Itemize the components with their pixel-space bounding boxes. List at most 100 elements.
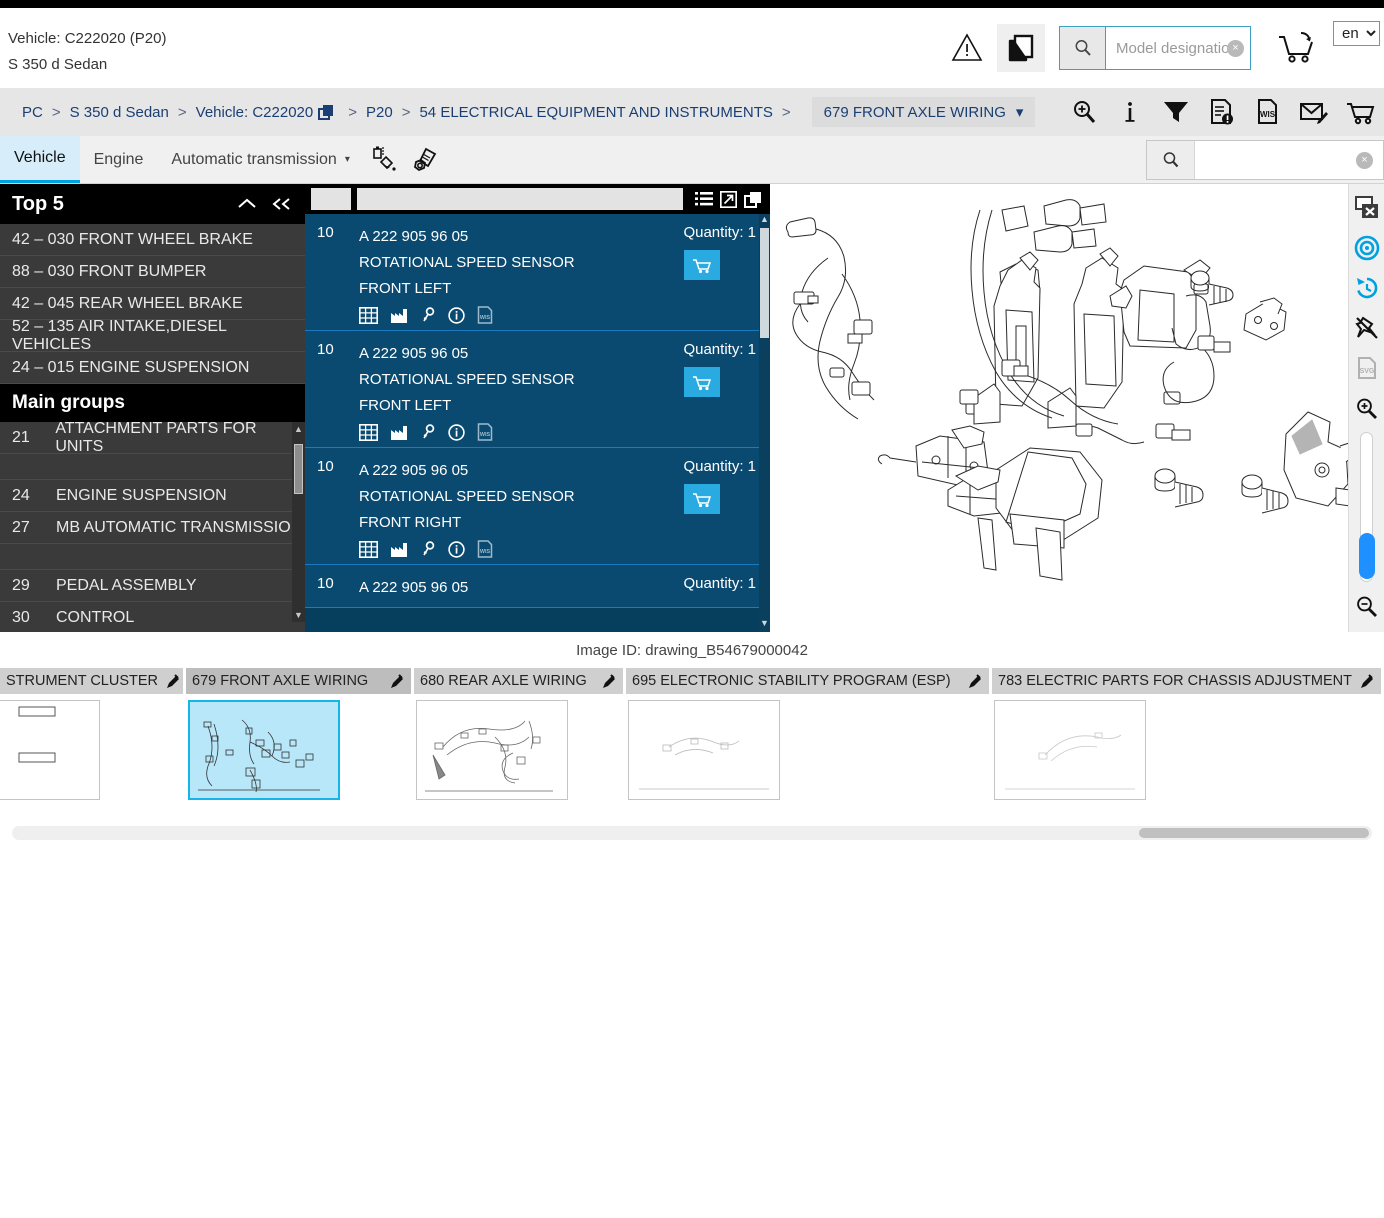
thumbnail-chassis-adjustment[interactable] (994, 700, 1146, 800)
expand-icon[interactable] (720, 190, 737, 208)
parts-filter-pos-cell[interactable] (311, 188, 351, 210)
search-icon[interactable] (1060, 27, 1106, 69)
copy-documents-icon[interactable] (997, 24, 1045, 72)
wis-document-icon[interactable]: WIS (477, 306, 493, 324)
copy-icon[interactable] (744, 191, 762, 208)
email-edit-icon[interactable] (1296, 94, 1332, 130)
part-row[interactable]: 10 A 222 905 96 05 ROTATIONAL SPEED SENS… (305, 448, 770, 565)
thumbnail-cell[interactable] (414, 694, 626, 810)
zoom-slider-thumb[interactable] (1359, 533, 1375, 579)
tab-automatic-transmission[interactable]: Automatic transmission ▾ (157, 136, 363, 183)
table-icon[interactable] (359, 306, 378, 324)
zoom-out-icon[interactable] (1351, 586, 1383, 626)
breadcrumb-item-pc[interactable]: PC (22, 104, 43, 121)
subgroup-dropdown[interactable]: 679 FRONT AXLE WIRING ▾ (811, 97, 1036, 127)
subgroup-tab-rear-axle-wiring[interactable]: 680 REAR AXLE WIRING (414, 668, 626, 694)
part-row[interactable]: 10 A 222 905 96 05 ROTATIONAL SPEED SENS… (305, 331, 770, 448)
main-group-item[interactable]: 30 CONTROL (0, 602, 305, 623)
top5-item[interactable]: 24 – 015 ENGINE SUSPENSION (0, 352, 305, 384)
thumbnail-instrument-cluster[interactable] (0, 700, 100, 800)
technical-drawing-viewer[interactable]: 900 130 110 45 80 10 90 55 60 40 100 50 … (770, 184, 1384, 632)
info-circle-icon[interactable] (448, 540, 465, 558)
warning-triangle-icon[interactable] (945, 26, 989, 70)
chevron-double-left-icon[interactable] (271, 197, 293, 211)
table-icon[interactable] (359, 423, 378, 441)
paint-code-icon[interactable] (364, 136, 404, 183)
thumbnail-cell[interactable] (0, 694, 186, 810)
history-undo-icon[interactable] (1351, 268, 1383, 308)
model-search-field[interactable]: × (1106, 27, 1250, 69)
main-group-item[interactable]: 21 ATTACHMENT PARTS FOR UNITS (0, 422, 305, 455)
zoom-in-icon[interactable] (1351, 388, 1383, 428)
top5-item[interactable]: 42 – 045 REAR WHEEL BRAKE (0, 288, 305, 320)
subgroup-tab-chassis-adjustment[interactable]: 783 ELECTRIC PARTS FOR CHASSIS ADJUSTMEN… (992, 668, 1384, 694)
parts-filter-input[interactable] (357, 188, 683, 210)
search-icon[interactable] (1147, 141, 1195, 179)
main-groups-scrollbar[interactable]: ▲ ▼ (292, 422, 305, 622)
language-select[interactable]: en (1333, 20, 1380, 46)
factory-icon[interactable] (390, 541, 409, 558)
wis-document-icon[interactable]: WIS (477, 540, 493, 558)
thumbnail-cell[interactable] (992, 694, 1384, 810)
main-group-item[interactable]: 27 MB AUTOMATIC TRANSMISSION (0, 512, 305, 544)
zoom-slider[interactable] (1359, 432, 1375, 582)
key-icon[interactable] (421, 540, 436, 558)
factory-icon[interactable] (390, 307, 409, 324)
model-search-input[interactable] (1114, 38, 1242, 58)
add-to-cart-icon[interactable] (1273, 31, 1321, 65)
thumbnail-front-axle-wiring[interactable] (188, 700, 340, 800)
info-icon[interactable] (1112, 94, 1148, 130)
breadcrumb-item-group[interactable]: 54 ELECTRICAL EQUIPMENT AND INSTRUMENTS (419, 104, 772, 121)
shopping-cart-icon[interactable] (1342, 94, 1378, 130)
subgroup-tab-front-axle-wiring[interactable]: 679 FRONT AXLE WIRING (186, 668, 414, 694)
top5-item[interactable]: 52 – 135 AIR INTAKE,DIESEL VEHICLES (0, 318, 305, 353)
thumbnail-horizontal-scrollbar[interactable] (12, 826, 1372, 840)
list-view-icon[interactable] (695, 191, 713, 207)
wis-document-icon[interactable]: WIS (477, 423, 493, 441)
bolt-nut-icon[interactable] (404, 136, 444, 183)
thumbnail-esp[interactable] (628, 700, 780, 800)
clear-search-icon[interactable]: × (1227, 39, 1244, 57)
scroll-down-arrow-icon[interactable]: ▼ (759, 618, 770, 632)
top5-item[interactable]: 42 – 030 FRONT WHEEL BRAKE (0, 224, 305, 256)
part-row[interactable]: 10 A 222 905 96 05 Quantity: 1 (305, 565, 770, 608)
edit-pencil-icon[interactable] (602, 673, 617, 689)
thumbnail-rear-axle-wiring[interactable] (416, 700, 568, 800)
info-circle-icon[interactable] (448, 306, 465, 324)
tab-engine[interactable]: Engine (80, 136, 158, 183)
scrollbar-thumb[interactable] (1139, 828, 1369, 838)
table-icon[interactable] (359, 540, 378, 558)
thumbnail-cell[interactable] (186, 694, 414, 810)
parts-list-scrollbar[interactable]: ▲ ▼ (759, 214, 770, 632)
scrollbar-thumb[interactable] (760, 228, 769, 338)
scrollbar-thumb[interactable] (294, 444, 303, 494)
chevron-up-icon[interactable] (237, 197, 257, 211)
scroll-up-arrow-icon[interactable]: ▲ (759, 214, 770, 228)
model-search-box[interactable]: × (1059, 26, 1251, 70)
target-hotspot-icon[interactable] (1351, 228, 1383, 268)
main-group-item[interactable]: 24 ENGINE SUSPENSION (0, 480, 305, 512)
close-window-icon[interactable] (1351, 188, 1383, 228)
zoom-in-icon[interactable] (1066, 94, 1102, 130)
factory-icon[interactable] (390, 424, 409, 441)
breadcrumb-item-p20[interactable]: P20 (366, 104, 393, 121)
parts-list[interactable]: 10 A 222 905 96 05 ROTATIONAL SPEED SENS… (305, 214, 770, 632)
tab-vehicle[interactable]: Vehicle (0, 136, 80, 183)
key-icon[interactable] (421, 306, 436, 324)
scroll-down-arrow-icon[interactable]: ▼ (292, 608, 305, 622)
add-part-to-cart-button[interactable] (684, 367, 720, 397)
edit-pencil-icon[interactable] (1360, 673, 1375, 689)
subgroup-tab-esp[interactable]: 695 ELECTRONIC STABILITY PROGRAM (ESP) (626, 668, 992, 694)
subgroup-tab-instrument-cluster[interactable]: STRUMENT CLUSTER (0, 668, 186, 694)
filter-icon[interactable] (1158, 94, 1194, 130)
main-group-item[interactable]: 29 PEDAL ASSEMBLY (0, 570, 305, 602)
copy-icon[interactable] (317, 103, 335, 121)
breadcrumb-item-vehicle[interactable]: Vehicle: C222020 (196, 104, 314, 121)
parts-search-field[interactable]: × (1195, 141, 1383, 179)
thumbnail-cell[interactable] (626, 694, 992, 810)
edit-pencil-icon[interactable] (390, 673, 405, 689)
edit-pencil-icon[interactable] (968, 673, 983, 689)
breadcrumb-item-model[interactable]: S 350 d Sedan (70, 104, 169, 121)
info-circle-icon[interactable] (448, 423, 465, 441)
clear-parts-search-icon[interactable]: × (1356, 151, 1373, 169)
